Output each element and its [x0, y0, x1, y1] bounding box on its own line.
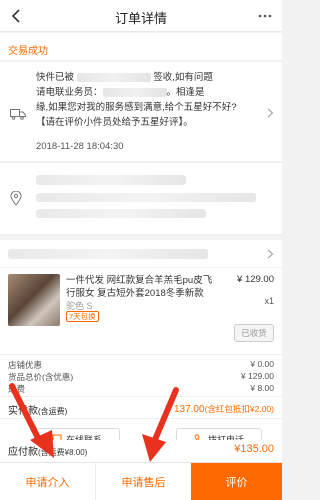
order-status-bar: 交易成功	[0, 33, 282, 61]
redacted-shop-name	[8, 249, 208, 259]
address-section	[0, 163, 282, 235]
shop-row[interactable]	[0, 240, 282, 268]
logistics-line2-prefix: 请电联业务员：	[36, 87, 103, 98]
logistics-time: 2018-11-28 18:04:30	[36, 141, 124, 152]
paid-label-note: (含运费)	[38, 407, 68, 416]
top-nav-bar: 订单详情	[0, 0, 282, 32]
more-dots-icon	[258, 14, 272, 18]
logistics-line2-suffix: 。相逢是	[166, 87, 205, 98]
fee-label: 货品总价(含优惠)	[8, 372, 74, 382]
logistics-section[interactable]: 快件已被 签收,如有问题 请电联业务员： 。相逢是 缘,如果您对我的服务感到满意,…	[0, 62, 282, 162]
product-price: ¥ 129.00	[237, 274, 274, 285]
paid-amount-note: (含红包抵扣¥2.00)	[204, 404, 274, 414]
more-button[interactable]	[254, 5, 276, 27]
redacted-recipient	[36, 175, 186, 185]
fee-row: 货品总价(含优惠) ¥ 129.00	[8, 371, 274, 383]
payable-label: 应付款(含运费¥8.00)	[8, 443, 87, 458]
fee-value: ¥ 0.00	[250, 359, 274, 369]
location-pin-icon	[10, 191, 22, 206]
order-status-text: 交易成功	[8, 46, 48, 57]
fee-value: ¥ 129.00	[240, 371, 274, 381]
apply-after-sales-button[interactable]: 申请售后	[96, 463, 191, 500]
page-title: 订单详情	[114, 11, 167, 26]
product-title[interactable]: 一件代发 网红款复合羊羔毛pu皮飞行服女 复古短外套2018冬季新款	[66, 274, 216, 300]
return-policy-badge: 7天包换	[66, 311, 99, 322]
redacted-phone	[102, 87, 167, 97]
fee-row: 店铺优惠 ¥ 0.00	[8, 359, 274, 371]
product-image[interactable]	[8, 274, 60, 326]
paid-amount-value: ¥ 137.00	[165, 404, 205, 415]
logistics-line3: 缘,如果您对我的服务感到满意,给个五星好不好?	[36, 102, 237, 113]
fee-label: 运费	[8, 384, 26, 394]
fee-value: ¥ 8.00	[250, 383, 274, 393]
review-button[interactable]: 评价	[191, 463, 282, 500]
fee-summary: 店铺优惠 ¥ 0.00 货品总价(含优惠) ¥ 129.00 运费 ¥ 8.00	[0, 354, 282, 396]
received-button[interactable]: 已收货	[234, 324, 274, 342]
logistics-line4: 【请在评价小件员处给予五星好评】。	[36, 117, 193, 128]
product-quantity: x1	[264, 296, 274, 306]
fee-row: 运费 ¥ 8.00	[8, 383, 274, 395]
product-item[interactable]: 一件代发 网红款复合羊羔毛pu皮飞行服女 复古短外套2018冬季新款 ¥ 129…	[0, 268, 282, 354]
logistics-line1-suffix: 签收,如有问题	[153, 72, 213, 83]
payable-amount: ¥135.00	[234, 443, 274, 455]
order-detail-page: 订单详情 交易成功 快件已被 签收,如有问题 请电联业务员： 。相逢是 缘,如果您…	[0, 0, 282, 500]
chevron-right-icon	[267, 249, 274, 259]
redacted-name	[76, 72, 151, 82]
logistics-message: 快件已被 签收,如有问题 请电联业务员： 。相逢是 缘,如果您对我的服务感到满意,…	[36, 70, 268, 130]
bottom-action-bar: 申请介入 申请售后 评价	[0, 462, 282, 500]
paid-label: 实付款(含运费)	[8, 402, 67, 417]
redacted-address-line1	[36, 193, 256, 202]
payable-label-note: (含运费¥8.00)	[38, 448, 88, 457]
fee-label: 店铺优惠	[8, 360, 43, 370]
payable-row: 应付款(含运费¥8.00) ¥135.00	[0, 440, 282, 462]
truck-icon	[10, 109, 26, 120]
logistics-line1-prefix: 快件已被	[36, 72, 75, 83]
paid-amount: ¥ 137.00(含红包抵扣¥2.00)	[166, 403, 274, 415]
payable-label-text: 应付款	[8, 447, 38, 458]
apply-intervention-button[interactable]: 申请介入	[0, 463, 96, 500]
chevron-right-icon	[267, 108, 274, 118]
paid-amount-row: 实付款(含运费) ¥ 137.00(含红包抵扣¥2.00)	[0, 396, 282, 418]
paid-label-text: 实付款	[8, 406, 38, 417]
redacted-address-line2	[36, 209, 206, 218]
